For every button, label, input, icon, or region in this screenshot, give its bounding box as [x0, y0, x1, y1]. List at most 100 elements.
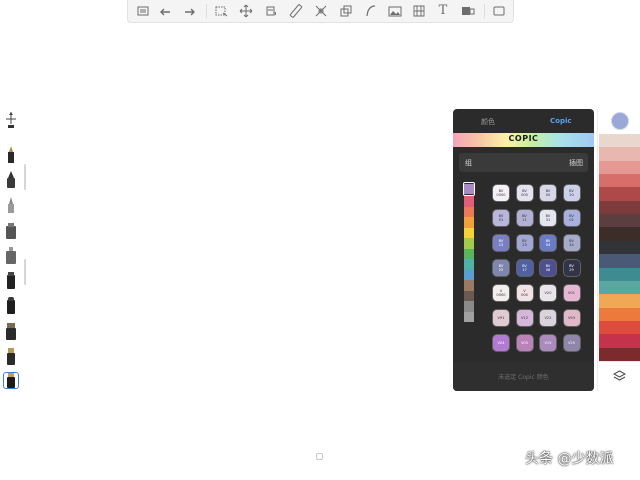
swatch-code: 000 [521, 293, 528, 297]
perspective-icon[interactable] [412, 4, 426, 18]
ruler-icon[interactable] [289, 4, 303, 18]
copic-swatch[interactable]: BV 17 [516, 260, 533, 276]
copic-swatch[interactable]: BV 11 [516, 210, 533, 226]
copic-swatch[interactable]: V25 [563, 335, 580, 351]
selection-icon[interactable] [214, 4, 228, 18]
copic-swatch[interactable]: V22 [540, 310, 556, 326]
copic-swatch[interactable]: BV 00 [540, 185, 556, 201]
brush-opacity-slider[interactable] [24, 259, 26, 285]
color-family-cell[interactable] [464, 301, 474, 312]
copic-swatch[interactable]: V15 [540, 335, 556, 351]
copic-swatch[interactable]: BV 08 [540, 260, 556, 276]
swatch-code: 23 [522, 243, 527, 247]
tools-icon[interactable] [461, 4, 475, 18]
copic-swatch[interactable]: BV 23 [516, 235, 533, 251]
redo-icon[interactable] [183, 4, 197, 18]
copic-swatch[interactable]: V91 [493, 310, 509, 326]
transform-icon[interactable] [239, 4, 253, 18]
color-family-cell[interactable] [464, 217, 474, 228]
palette-color-band[interactable] [599, 294, 640, 309]
curve-icon[interactable] [364, 4, 378, 18]
palette-color-band[interactable] [599, 134, 640, 148]
copic-swatch[interactable]: BV 0000 [493, 185, 509, 201]
fill-icon[interactable] [264, 4, 278, 18]
swatch-code: 08 [545, 268, 551, 272]
copic-swatch[interactable]: BV 20 [563, 185, 580, 201]
color-family-cell[interactable] [464, 248, 474, 259]
group-selector[interactable]: 组 插图 [459, 153, 588, 172]
copic-swatch[interactable]: BV 02 [563, 210, 580, 226]
gallery-icon[interactable] [136, 4, 150, 18]
copic-swatch[interactable]: V 000 [516, 285, 533, 301]
color-family-cell[interactable] [464, 206, 474, 217]
palette-color-band[interactable] [599, 320, 640, 335]
palette-color-band[interactable] [599, 214, 640, 229]
image-icon[interactable] [388, 4, 402, 18]
home-indicator [316, 453, 323, 460]
pencil-icon[interactable] [3, 146, 19, 163]
chisel-marker-icon[interactable] [3, 272, 19, 289]
color-family-selected [463, 182, 475, 196]
copic-swatch[interactable]: BV 13 [493, 235, 509, 251]
palette-color-band[interactable] [599, 240, 640, 255]
swatch-code: V93 [567, 315, 576, 320]
palette-color-band[interactable] [599, 147, 640, 162]
shape-icon[interactable] [339, 4, 353, 18]
color-family-cell[interactable] [464, 311, 474, 322]
symmetry-icon[interactable] [314, 4, 328, 18]
copic-swatch[interactable]: BV 31 [540, 210, 556, 226]
brush-pen-icon[interactable] [3, 348, 19, 365]
palette-color-band[interactable] [599, 347, 640, 362]
color-family-cell[interactable] [464, 196, 474, 207]
copic-swatch[interactable]: BV 34 [563, 235, 580, 251]
copic-swatch[interactable]: BV 000 [516, 185, 533, 201]
palette-color-band[interactable] [599, 187, 640, 202]
copic-swatch[interactable]: BV 29 [563, 260, 580, 276]
copic-swatch[interactable]: V05 [516, 335, 533, 351]
palette-color-band[interactable] [599, 307, 640, 322]
undo-icon[interactable] [158, 4, 172, 18]
layers-icon[interactable] [613, 370, 626, 383]
color-palette [597, 109, 640, 391]
wide-marker-icon[interactable] [3, 323, 19, 340]
palette-color-band[interactable] [599, 227, 640, 242]
brush-size-slider[interactable] [24, 164, 26, 190]
copic-swatch[interactable]: V93 [563, 310, 580, 326]
copic-swatch[interactable]: V01 [563, 285, 580, 301]
copic-swatch[interactable]: BV 25 [493, 260, 509, 276]
current-color-swatch[interactable] [611, 112, 629, 130]
color-family-cell[interactable] [464, 238, 474, 249]
fullscreen-icon[interactable] [492, 4, 506, 18]
color-family-cell[interactable] [464, 227, 474, 238]
spray-can-icon[interactable] [3, 247, 19, 264]
marker-icon[interactable] [3, 171, 19, 188]
swatch-code: V05 [520, 340, 529, 345]
color-family-cell[interactable] [464, 259, 474, 270]
color-family-cell[interactable] [464, 269, 474, 280]
palette-color-band[interactable] [599, 174, 640, 189]
text-icon[interactable]: T [436, 4, 450, 18]
palette-color-band[interactable] [599, 160, 640, 175]
copic-swatch[interactable]: V12 [516, 310, 533, 326]
copic-swatch[interactable]: BV 04 [540, 235, 556, 251]
tab-copic[interactable]: Copic [550, 117, 572, 125]
copic-swatch[interactable]: V 0000 [493, 285, 509, 301]
ruler-brush-icon[interactable] [3, 112, 19, 129]
copic-swatch[interactable]: V20 [540, 285, 556, 301]
palette-color-band[interactable] [599, 280, 640, 295]
brush-toolbar [0, 110, 22, 392]
palette-color-band[interactable] [599, 334, 640, 349]
color-family-strip[interactable] [463, 182, 475, 322]
palette-color-band[interactable] [599, 200, 640, 215]
color-family-cell[interactable] [464, 290, 474, 301]
color-family-cell[interactable] [464, 280, 474, 291]
copic-marker-icon[interactable] [3, 372, 19, 389]
copic-swatch[interactable]: BV 01 [493, 210, 509, 226]
airbrush-icon[interactable] [3, 222, 19, 239]
tab-colors[interactable]: 颜色 [481, 117, 495, 127]
copic-swatch[interactable]: V04 [493, 335, 509, 351]
round-marker-icon[interactable] [3, 297, 19, 314]
fine-pen-icon[interactable] [3, 196, 19, 213]
palette-color-band[interactable] [599, 254, 640, 269]
palette-color-band[interactable] [599, 267, 640, 282]
